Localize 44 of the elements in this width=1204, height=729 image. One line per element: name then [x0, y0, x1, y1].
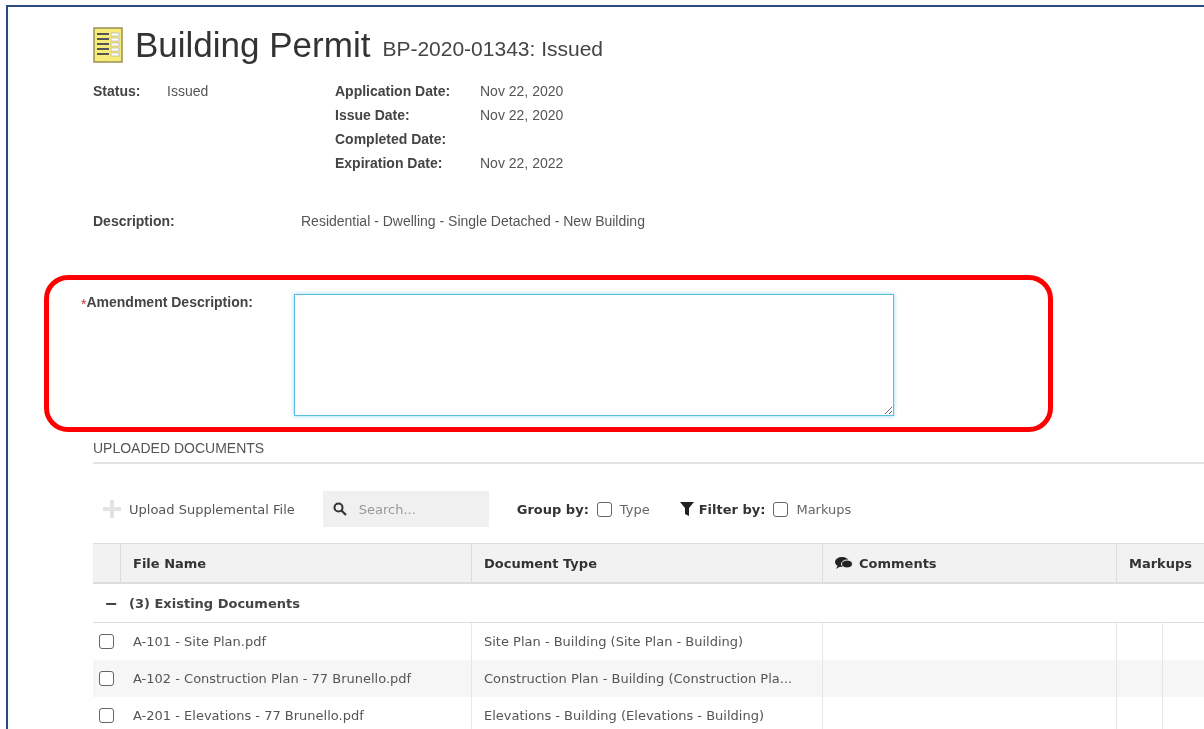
filter-by-label: Filter by:	[698, 501, 766, 517]
search-input[interactable]: Search...	[356, 500, 477, 518]
field-value: Issued	[167, 83, 209, 101]
checkbox[interactable]	[99, 708, 114, 723]
group-label: (3) Existing Documents	[129, 595, 300, 611]
column-header[interactable]: Document Type	[472, 543, 823, 584]
permit-number: BP-2020-01343: Issued	[382, 37, 604, 61]
comments-icon	[835, 556, 853, 570]
column-header[interactable]: Comments	[823, 543, 1117, 584]
search-icon	[332, 502, 347, 516]
group-by-label: Group by:	[516, 501, 589, 517]
field-label: Completed Date:	[335, 131, 447, 147]
field-label: Status:	[93, 83, 142, 101]
checkbox[interactable]	[596, 501, 612, 517]
required-mark: *	[81, 296, 87, 314]
option-label: Markups	[796, 501, 852, 517]
table-cell	[1117, 660, 1163, 697]
section-heading: UPLOADED DOCUMENTS	[93, 440, 1204, 464]
table-cell	[1163, 660, 1204, 697]
upload-button[interactable]: Upload Supplemental File	[103, 500, 295, 518]
checkbox[interactable]	[99, 634, 114, 649]
search-field[interactable]: Search...	[322, 491, 489, 527]
checkbox[interactable]	[773, 501, 789, 517]
input-field[interactable]	[294, 294, 895, 416]
field-value: Nov 22, 2020	[480, 107, 564, 123]
checkbox[interactable]	[99, 671, 114, 686]
column-header[interactable]: Markups	[1117, 543, 1204, 584]
field-value: Residential - Dwelling - Single Detached - New Building	[301, 213, 645, 229]
page-title: Building Permit	[135, 25, 371, 65]
document-icon	[93, 27, 123, 63]
filter-icon	[679, 502, 694, 516]
plus-icon	[103, 500, 121, 518]
option-label: Type	[619, 501, 650, 517]
field-value: Nov 22, 2022	[480, 155, 564, 171]
field-label: Description:	[93, 213, 176, 229]
field-value: Nov 22, 2020	[480, 83, 564, 99]
table-cell: A-102 - Construction Plan - 77 Brunello.pdf	[121, 660, 472, 697]
field-label: Application Date:	[335, 83, 451, 99]
collapse-toggle[interactable]: −	[105, 593, 117, 613]
column-header[interactable]: File Name	[121, 543, 472, 584]
field-label: Expiration Date:	[335, 155, 443, 171]
field-label: Amendment Description:	[86, 294, 254, 312]
table-cell: Construction Plan - Building (Construction Pla...	[472, 660, 823, 697]
field-label: Issue Date:	[335, 107, 410, 123]
